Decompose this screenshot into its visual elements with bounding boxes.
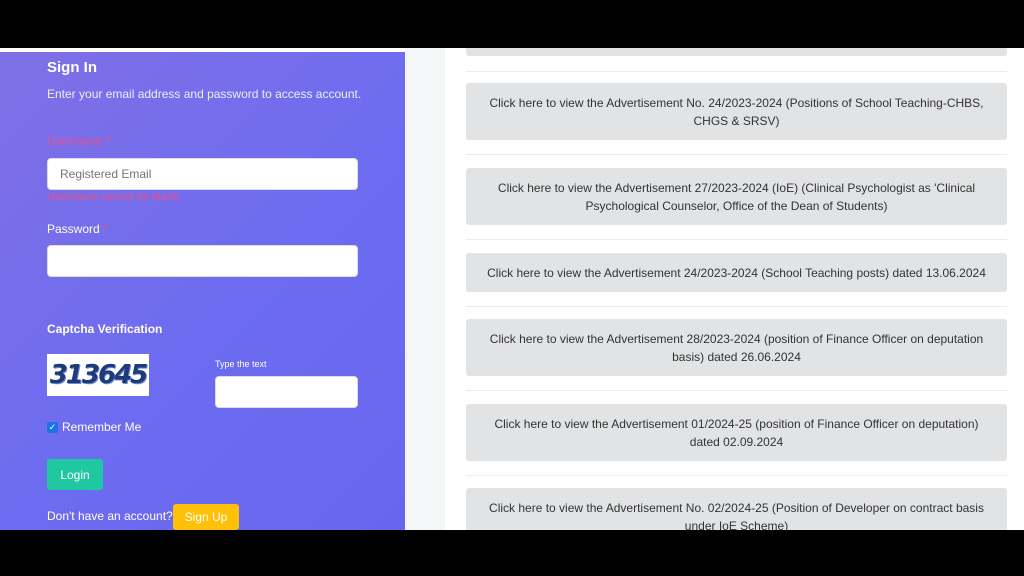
panel-gap: [405, 48, 445, 530]
advertisement-item[interactable]: Click here to view the Advertisement No.…: [466, 83, 1007, 140]
sign-in-subtitle: Enter your email address and password to…: [47, 87, 362, 101]
captcha-image: 313645: [47, 354, 149, 396]
required-mark: *: [105, 134, 111, 148]
checkbox-checked-icon[interactable]: ✓: [47, 421, 58, 433]
divider: [466, 239, 1007, 240]
captcha-input-label: Type the text: [215, 359, 267, 369]
divider: [466, 390, 1007, 391]
advertisement-item-partial[interactable]: [466, 48, 1007, 56]
username-input[interactable]: [47, 158, 358, 190]
username-error: Username cannot be blank.: [47, 191, 182, 203]
login-panel: Sign In Enter your email address and pas…: [0, 52, 405, 530]
advertisements-panel: Click here to view the Advertisement No.…: [445, 48, 1024, 530]
login-button[interactable]: Login: [47, 459, 103, 490]
divider: [466, 475, 1007, 476]
captcha-input[interactable]: [215, 376, 358, 408]
password-label: Password *: [47, 222, 108, 236]
captcha-text: 313645: [49, 360, 149, 390]
captcha-title: Captcha Verification: [47, 322, 163, 336]
sign-in-title: Sign In: [47, 59, 97, 76]
advertisement-item[interactable]: Click here to view the Advertisement No.…: [466, 488, 1007, 530]
username-label-text: Username: [47, 134, 103, 148]
advertisement-item[interactable]: Click here to view the Advertisement 01/…: [466, 404, 1007, 461]
advertisement-item[interactable]: Click here to view the Advertisement 27/…: [466, 168, 1007, 225]
password-input[interactable]: [47, 245, 358, 277]
sign-up-button[interactable]: Sign Up: [173, 504, 239, 530]
username-label: Username *: [47, 134, 110, 148]
divider: [466, 154, 1007, 155]
remember-me[interactable]: ✓ Remember Me: [47, 420, 141, 434]
password-label-text: Password: [47, 222, 100, 236]
browser-viewport: Sign In Enter your email address and pas…: [0, 48, 1024, 530]
divider: [466, 71, 1007, 72]
divider: [466, 306, 1007, 307]
advertisement-item[interactable]: Click here to view the Advertisement 24/…: [466, 253, 1007, 292]
remember-me-label: Remember Me: [62, 420, 142, 434]
no-account-text: Don't have an account?: [47, 509, 173, 523]
required-mark: *: [103, 222, 108, 236]
advertisement-item[interactable]: Click here to view the Advertisement 28/…: [466, 319, 1007, 376]
